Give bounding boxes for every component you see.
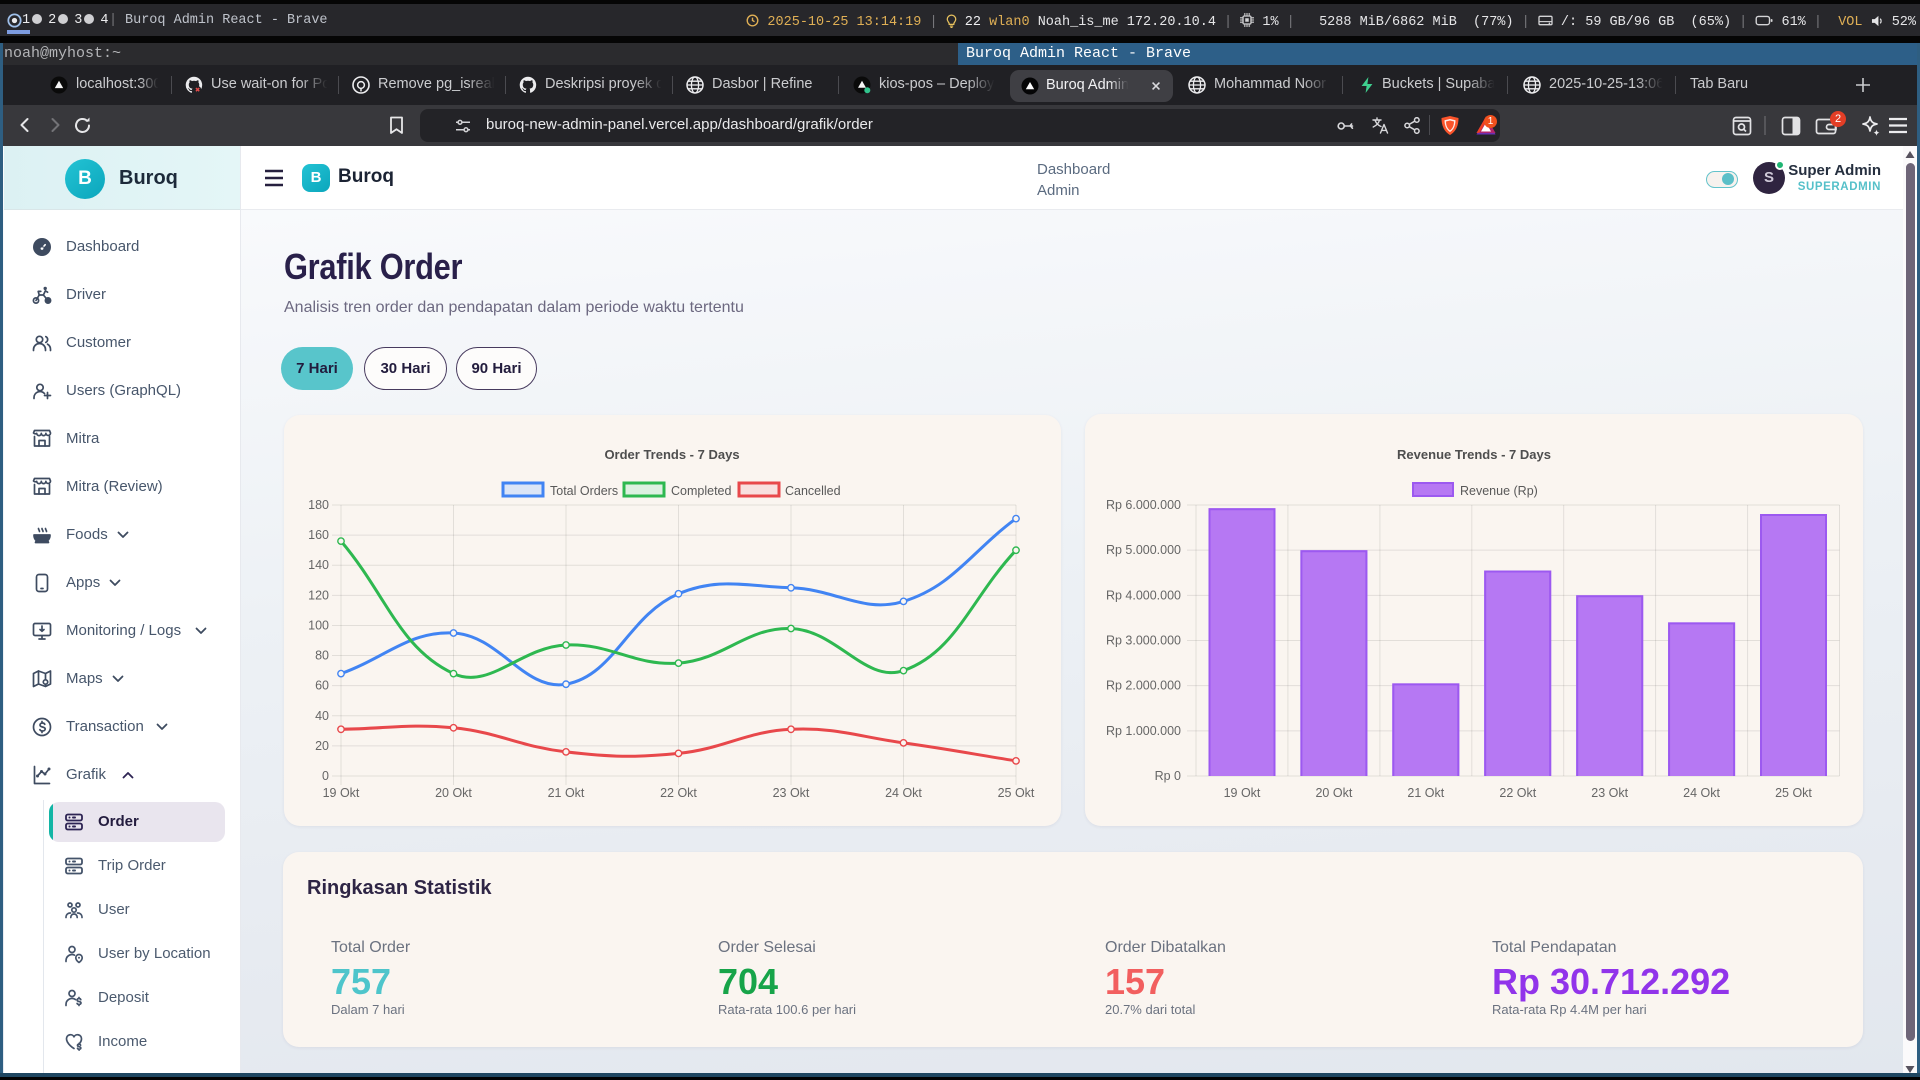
svg-text:60: 60 <box>315 679 329 693</box>
svg-text:Rp 6.000.000: Rp 6.000.000 <box>1106 498 1181 512</box>
svg-text:Rp 1.000.000: Rp 1.000.000 <box>1106 724 1181 738</box>
svg-text:160: 160 <box>308 528 329 542</box>
svg-text:Rp 0: Rp 0 <box>1155 769 1181 783</box>
svg-text:24 Okt: 24 Okt <box>885 786 922 800</box>
svg-text:19 Okt: 19 Okt <box>1224 786 1261 800</box>
svg-text:Completed: Completed <box>671 484 731 498</box>
svg-text:120: 120 <box>308 588 329 602</box>
svg-text:80: 80 <box>315 649 329 663</box>
svg-text:Revenue Trends - 7 Days: Revenue Trends - 7 Days <box>1397 447 1551 462</box>
svg-text:180: 180 <box>308 498 329 512</box>
svg-text:22 Okt: 22 Okt <box>1499 786 1536 800</box>
svg-text:22 Okt: 22 Okt <box>660 786 697 800</box>
svg-text:23 Okt: 23 Okt <box>1591 786 1628 800</box>
svg-text:Revenue (Rp): Revenue (Rp) <box>1460 484 1538 498</box>
svg-text:100: 100 <box>308 618 329 632</box>
svg-text:Order Trends - 7 Days: Order Trends - 7 Days <box>604 447 739 462</box>
svg-text:20 Okt: 20 Okt <box>1315 786 1352 800</box>
svg-text:Cancelled: Cancelled <box>785 484 841 498</box>
svg-text:Rp 4.000.000: Rp 4.000.000 <box>1106 588 1181 602</box>
svg-text:Total Orders: Total Orders <box>550 484 618 498</box>
svg-text:Rp 3.000.000: Rp 3.000.000 <box>1106 634 1181 648</box>
svg-text:24 Okt: 24 Okt <box>1683 786 1720 800</box>
svg-text:0: 0 <box>322 769 329 783</box>
svg-text:21 Okt: 21 Okt <box>1407 786 1444 800</box>
svg-text:25 Okt: 25 Okt <box>998 786 1035 800</box>
svg-text:40: 40 <box>315 709 329 723</box>
svg-text:20: 20 <box>315 739 329 753</box>
svg-text:20 Okt: 20 Okt <box>435 786 472 800</box>
svg-text:23 Okt: 23 Okt <box>773 786 810 800</box>
svg-text:Rp 5.000.000: Rp 5.000.000 <box>1106 543 1181 557</box>
svg-text:Rp 2.000.000: Rp 2.000.000 <box>1106 679 1181 693</box>
svg-text:21 Okt: 21 Okt <box>548 786 585 800</box>
svg-text:140: 140 <box>308 558 329 572</box>
svg-text:19 Okt: 19 Okt <box>323 786 360 800</box>
svg-text:25 Okt: 25 Okt <box>1775 786 1812 800</box>
